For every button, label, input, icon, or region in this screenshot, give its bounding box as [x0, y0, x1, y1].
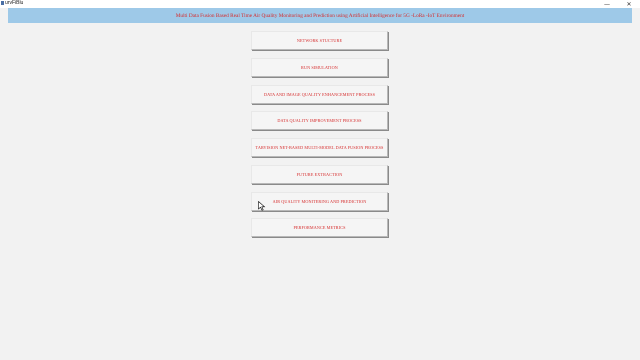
close-button[interactable]: ✕ [618, 0, 640, 8]
data-fusion-process-button[interactable]: TARVISION NET-BASED MULTI-MODEL DATA FUS… [251, 138, 388, 157]
window-controls: — ✕ [596, 0, 640, 8]
feature-extraction-button[interactable]: FUTURE EXTRACTION [251, 165, 388, 184]
app-icon [1, 1, 4, 5]
window-titlebar: urvFiBlu — ✕ [0, 0, 640, 8]
data-quality-improvement-button[interactable]: DATA QUALITY IMPROVEMENT PROCESS [251, 111, 388, 130]
mouse-pointer-icon [258, 201, 266, 211]
air-quality-prediction-button[interactable]: AIR QUALITY MONITERING AND PREDICTION [251, 192, 388, 211]
minimize-button[interactable]: — [596, 0, 618, 8]
close-icon: ✕ [626, 0, 632, 8]
page-title: Multi Data Fusion Based Real Time Air Qu… [175, 12, 465, 19]
data-image-quality-enhancement-button[interactable]: DATA AND IMAGE QUALITY ENHANCEMENT PROCE… [251, 85, 388, 104]
window-title: urvFiBlu [5, 0, 24, 6]
run-simulation-button[interactable]: RUN SIMULATION [251, 58, 388, 77]
network-structure-button[interactable]: NETWORK STUCTURE [251, 31, 388, 50]
minimize-icon: — [604, 0, 610, 8]
header-banner: Multi Data Fusion Based Real Time Air Qu… [8, 8, 632, 23]
performance-metrics-button[interactable]: PERFORMANCE METRICS [251, 218, 388, 237]
